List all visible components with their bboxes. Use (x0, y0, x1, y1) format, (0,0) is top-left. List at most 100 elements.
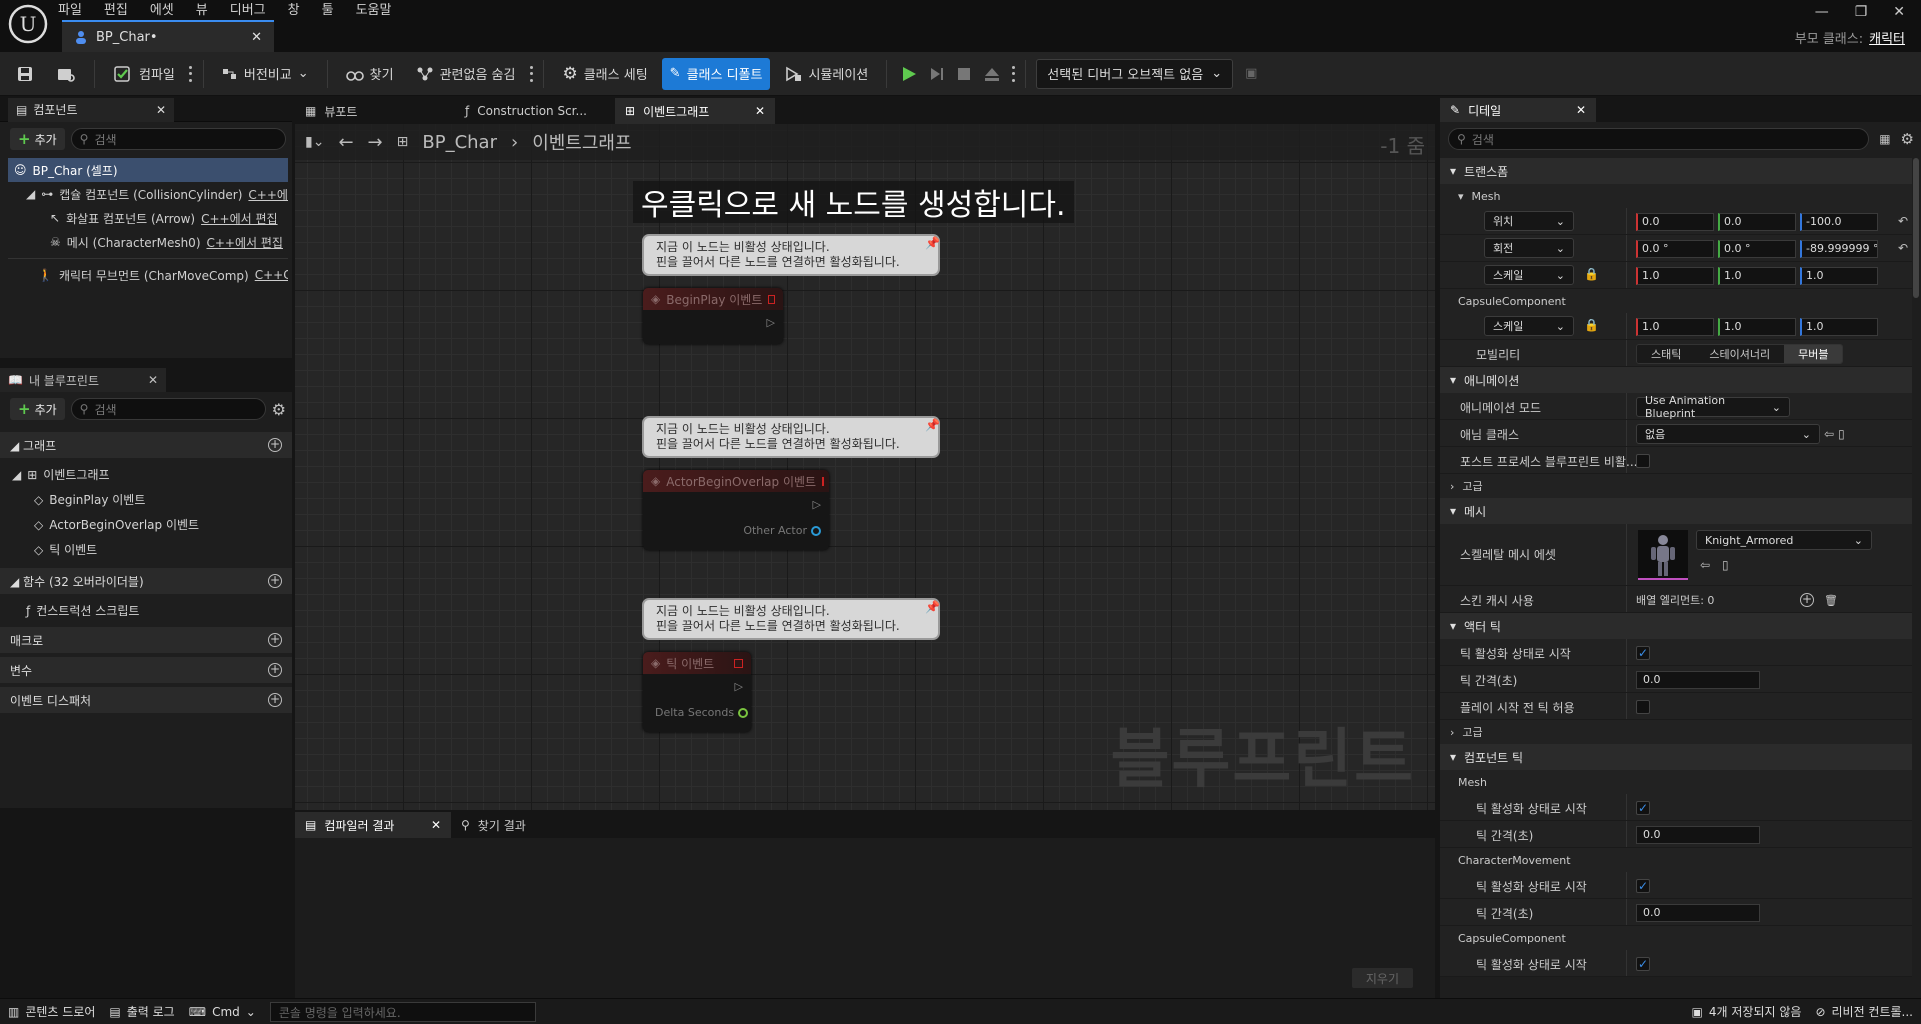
list-item-event-graph[interactable]: ◢ ⊞ 이벤트그래프 (0, 462, 292, 487)
scale-x-field[interactable]: 1.0 (1636, 267, 1714, 285)
list-item-overlap[interactable]: ◇ ActorBeginOverlap 이벤트 (0, 512, 292, 537)
output-log-button[interactable]: ▤ 출력 로그 (109, 1003, 174, 1020)
exec-pin-icon[interactable]: ▷ (813, 498, 821, 511)
close-tab-icon[interactable]: ✕ (251, 30, 262, 45)
pin-icon[interactable]: 📌 (925, 600, 940, 614)
menu-help[interactable]: 도움말 (356, 0, 392, 18)
tree-item-movement[interactable]: 🚶 캐릭터 무브먼트 (CharMoveComp) C++C (8, 263, 288, 287)
add-component-button[interactable]: + 추가 (10, 128, 65, 150)
char-movement-subsection[interactable]: CharacterMovement (1440, 848, 1912, 872)
revision-control-button[interactable]: ⊘ 리비전 컨트롤... (1815, 1003, 1913, 1020)
tick-before-play-checkbox[interactable] (1636, 700, 1650, 714)
close-icon[interactable]: ✕ (1576, 103, 1586, 117)
breadcrumb-root[interactable]: BP_Char (422, 132, 497, 153)
pin-icon[interactable]: 📌 (925, 236, 940, 250)
anim-class-dropdown[interactable]: 없음 ⌄ (1636, 424, 1820, 444)
transform-section[interactable]: ▾ 트랜스폼 (1440, 158, 1912, 184)
console-command-input[interactable]: 콘솔 명령을 입력하세요. (269, 1001, 536, 1022)
play-icon[interactable] (901, 65, 917, 83)
restore-icon[interactable]: ❐ (1855, 4, 1868, 20)
event-graph-canvas[interactable]: ▮⌄ ← → ⊞ BP_Char › 이벤트그래프 -1 줌 우클릭으로 새 노… (295, 124, 1435, 810)
functions-section[interactable]: ◢ 함수 (32 오버라이더블) + (0, 568, 292, 594)
location-y-field[interactable]: 0.0 (1718, 213, 1796, 231)
compile-options-icon[interactable] (189, 65, 193, 82)
clear-button[interactable]: 지우기 (1351, 968, 1413, 988)
bookmark-icon[interactable]: ▮⌄ (305, 134, 324, 150)
object-pin-icon[interactable] (811, 525, 821, 536)
document-tab[interactable]: BP_Char• ✕ (62, 20, 274, 52)
step-icon[interactable] (929, 65, 945, 83)
components-search-input[interactable]: ⚲ 검색 (70, 128, 286, 150)
tick-interval-field[interactable]: 0.0 (1636, 671, 1760, 689)
delegate-pin-icon[interactable] (734, 658, 743, 668)
debug-filter-icon[interactable]: ▣ (1245, 66, 1257, 81)
menu-debug[interactable]: 디버그 (230, 0, 266, 18)
close-icon[interactable]: ✕ (148, 373, 158, 387)
edit-in-cpp-link[interactable]: C++에... (248, 186, 288, 203)
mesh-thumbnail[interactable] (1638, 530, 1688, 580)
tree-item-arrow[interactable]: ↖ 화살표 컴포넌트 (Arrow) C++에서 편집 (8, 206, 288, 230)
lock-icon[interactable]: 🔒 (1584, 267, 1599, 281)
reset-icon[interactable]: ↶ (1898, 214, 1908, 228)
parent-class-link[interactable]: 캐릭터 (1869, 28, 1905, 47)
class-defaults-button[interactable]: ✎ 클래스 디폴트 (661, 57, 771, 90)
mobility-movable[interactable]: 무버블 (1784, 345, 1843, 363)
rotation-x-field[interactable]: 0.0 ° (1636, 240, 1714, 258)
forward-arrow-icon[interactable]: → (368, 132, 383, 153)
save-button[interactable] (8, 58, 42, 90)
menu-window[interactable]: 창 (288, 0, 300, 18)
graphs-section[interactable]: ◢ 그래프 + (0, 432, 292, 458)
details-search-input[interactable]: ⚲ 검색 (1448, 128, 1870, 150)
scale-dropdown[interactable]: 스케일 ⌄ (1484, 265, 1574, 285)
close-icon[interactable]: ✕ (755, 104, 765, 118)
play-options-icon[interactable] (1011, 65, 1015, 82)
simulation-button[interactable]: 시뮬레이션 (776, 58, 876, 90)
advanced-subsection[interactable]: › 고급 (1440, 720, 1912, 744)
tick-interval-field[interactable]: 0.0 (1636, 826, 1760, 844)
add-function-icon[interactable]: + (268, 574, 282, 588)
location-z-field[interactable]: -100.0 (1800, 213, 1878, 231)
capsule-subsection[interactable]: CapsuleComponent (1440, 289, 1912, 313)
compile-button[interactable]: 컴파일 (105, 58, 183, 90)
tree-item-capsule[interactable]: ◢ ⊶ 캡슐 컴포넌트 (CollisionCylinder) C++에... (8, 182, 288, 206)
tab-find-results[interactable]: ⚲ 찾기 결과 (451, 812, 536, 838)
delegate-pin-icon[interactable] (822, 476, 825, 486)
rotation-dropdown[interactable]: 회전 ⌄ (1484, 238, 1574, 258)
tab-compiler-results[interactable]: ▤ 컴파일러 결과 ✕ (295, 812, 451, 838)
scale-y-field[interactable]: 1.0 (1718, 318, 1796, 336)
post-process-checkbox[interactable] (1636, 454, 1650, 468)
macros-section[interactable]: 매크로 + (0, 627, 292, 653)
details-scrollbar[interactable] (1913, 158, 1919, 298)
scale-dropdown[interactable]: 스케일 ⌄ (1484, 316, 1574, 336)
tab-viewport[interactable]: ▦ 뷰포트 (295, 98, 455, 124)
float-pin-icon[interactable] (738, 707, 749, 718)
tick-start-checkbox[interactable]: ✓ (1636, 879, 1650, 893)
menu-tools[interactable]: 툴 (322, 0, 334, 18)
node-actor-begin-overlap[interactable]: ◈ ActorBeginOverlap 이벤트 ▷ Other Actor (643, 470, 829, 550)
reset-icon[interactable]: ↶ (1898, 241, 1908, 255)
debug-object-dropdown[interactable]: 선택된 디버그 오브젝트 없음 ⌄ (1036, 58, 1234, 89)
details-tab[interactable]: ✎ 디테일 ✕ (1440, 98, 1596, 122)
node-beginplay[interactable]: ◈ BeginPlay 이벤트 ▷ (643, 288, 783, 344)
scale-z-field[interactable]: 1.0 (1800, 318, 1878, 336)
back-arrow-icon[interactable]: ← (338, 132, 353, 153)
unreal-logo-icon[interactable]: U (8, 4, 48, 44)
table-view-icon[interactable]: ▦ (1879, 132, 1890, 146)
list-item-beginplay[interactable]: ◇ BeginPlay 이벤트 (0, 487, 292, 512)
menu-edit[interactable]: 편집 (104, 0, 128, 18)
add-macro-icon[interactable]: + (268, 633, 282, 647)
edit-in-cpp-link[interactable]: C++C (255, 268, 288, 282)
scale-x-field[interactable]: 1.0 (1636, 318, 1714, 336)
use-selected-icon[interactable]: ⇦ (1700, 558, 1710, 572)
expand-arrow-icon[interactable]: ◢ (26, 187, 35, 201)
animation-section[interactable]: ▾ 애니메이션 (1440, 367, 1912, 393)
components-tab[interactable]: ▤ 컴포넌트 ✕ (8, 97, 174, 122)
mesh-tick-subsection[interactable]: Mesh (1440, 770, 1912, 794)
stop-icon[interactable] (957, 67, 971, 81)
edit-in-cpp-link[interactable]: C++에서 편집 (207, 234, 283, 251)
my-blueprint-tab[interactable]: 📖 내 블루프린트 ✕ (0, 368, 166, 392)
content-drawer-button[interactable]: ▥ 콘텐츠 드로어 (8, 1003, 95, 1020)
tree-item-self[interactable]: ☺ BP_Char (셀프) (8, 158, 288, 182)
tick-start-checkbox[interactable]: ✓ (1636, 801, 1650, 815)
tree-item-mesh[interactable]: ☠ 메시 (CharacterMesh0) C++에서 편집 (8, 230, 288, 254)
